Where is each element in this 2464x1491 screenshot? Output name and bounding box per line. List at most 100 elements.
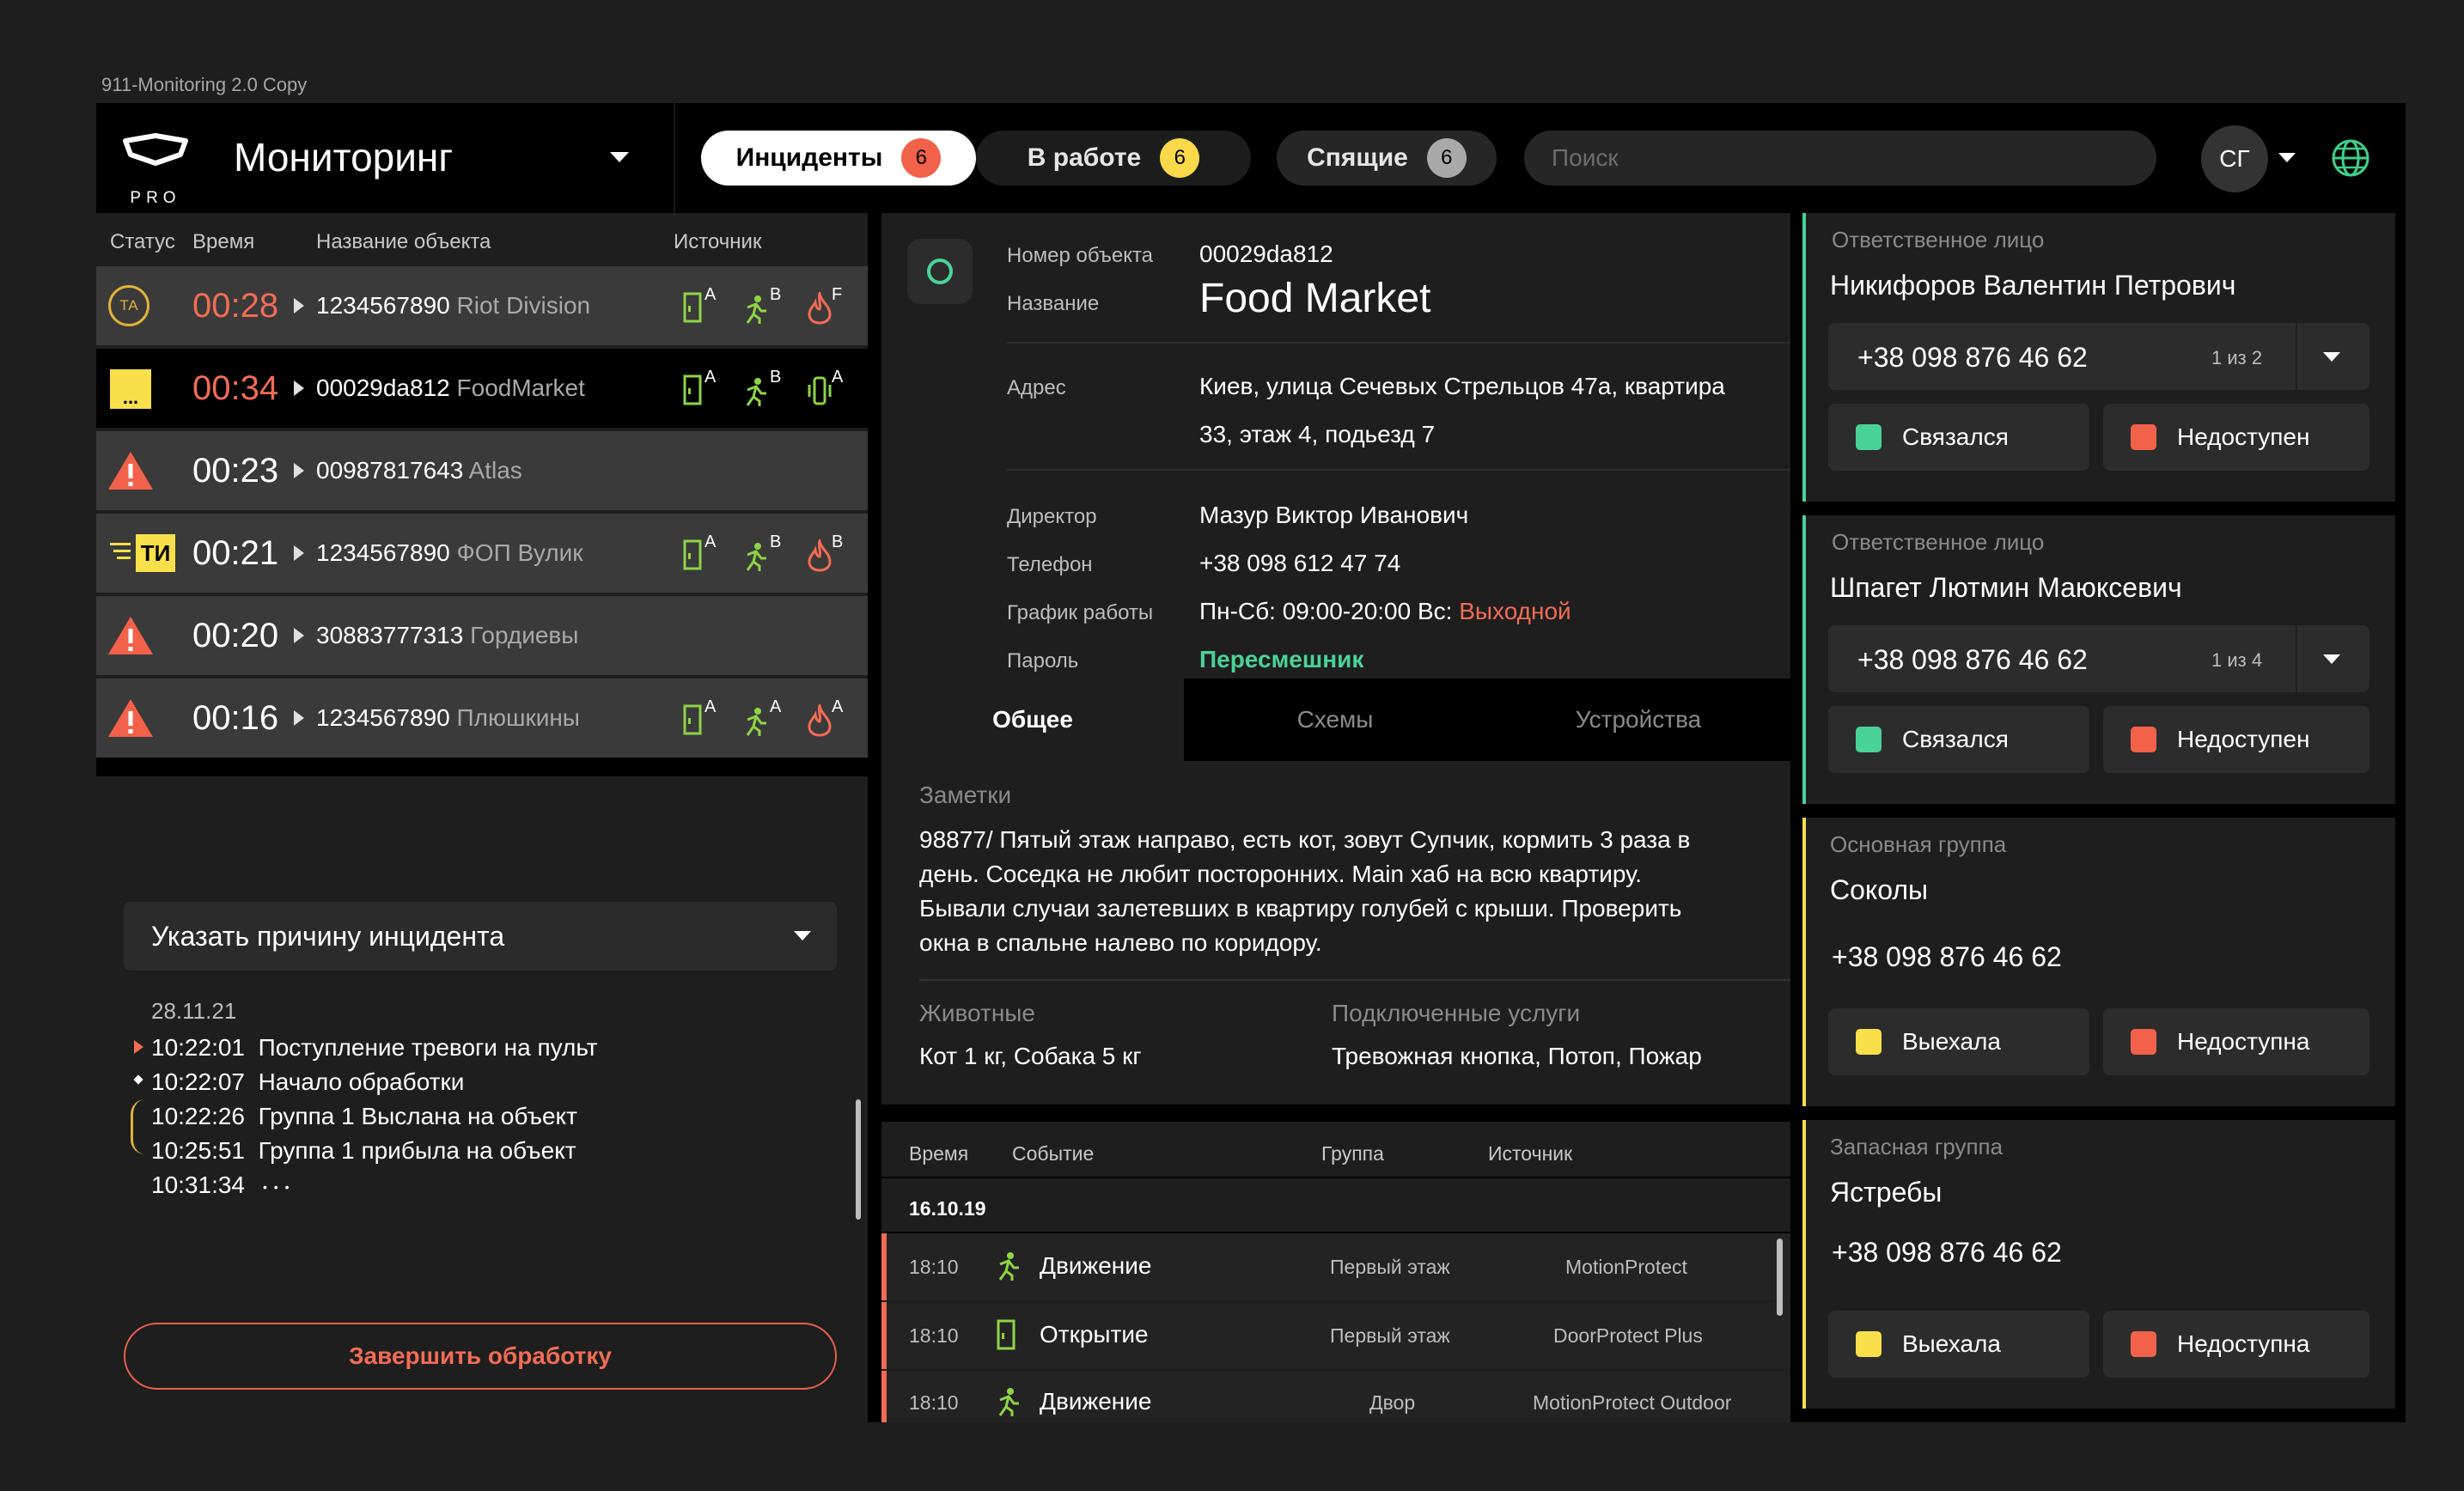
status-pending-badge: ... — [110, 369, 151, 409]
director-value: Мазур Виктор Иванович — [1199, 502, 1469, 528]
phone-dropdown-chevron-icon[interactable] — [2323, 352, 2340, 362]
phone-dropdown-chevron-icon[interactable] — [2323, 654, 2340, 664]
contact-name: Шпагет Лютмин Маюксевич — [1830, 572, 2182, 603]
object-name: Плюшкины — [456, 704, 580, 731]
logo-mark-icon — [123, 133, 188, 166]
door-sensor-icon — [683, 374, 702, 410]
alarm-warning-icon — [107, 697, 155, 743]
incident-reason-select[interactable]: Указать причину инцидента — [124, 902, 837, 971]
event-time: 18:10 — [909, 1391, 959, 1414]
schedule-day-off: Выходной — [1459, 598, 1571, 624]
object-label: 1234567890 Плюшкины — [316, 704, 580, 732]
event-name: Открытие — [1040, 1321, 1149, 1348]
incident-row[interactable]: 00:23 00987817643 Atlas — [96, 431, 868, 510]
events-table: Время Событие Группа Источник 16.10.19 1… — [881, 1122, 1790, 1422]
schedule-label: График работы — [1007, 601, 1154, 624]
log-text: Поступление тревоги на пульт — [258, 1034, 598, 1061]
event-row[interactable]: 18:10 Открытие Первый этаж DoorProtect P… — [881, 1302, 1790, 1369]
log-time: 10:31:34 — [151, 1172, 245, 1198]
group-phone[interactable]: +38 098 876 46 62 — [1832, 1237, 2062, 1269]
alarm-warning-icon — [107, 450, 155, 496]
unavailable-button[interactable]: Недоступен — [2103, 404, 2369, 471]
reason-dropdown-chevron-icon[interactable] — [794, 931, 811, 940]
contact-role: Ответственное лицо — [1832, 529, 2045, 555]
incident-reason-placeholder: Указать причину инцидента — [151, 920, 505, 952]
unavailable-label: Недоступен — [2177, 726, 2310, 752]
title-dropdown-chevron-icon[interactable] — [610, 152, 629, 162]
window-caption: 911-Monitoring 2.0 Copy — [101, 74, 308, 95]
object-id: 1234567890 — [316, 292, 450, 319]
event-row[interactable]: 18:10 Движение Двор MotionProtect Outdoo… — [881, 1371, 1790, 1422]
object-label: 1234567890 ФОП Вулик — [316, 539, 582, 567]
source-letter: B — [832, 532, 844, 551]
object-name: ФОП Вулик — [456, 539, 583, 566]
tab-sleeping[interactable]: Спящие 6 — [1277, 131, 1497, 186]
incident-row[interactable]: 00:16 1234567890 Плюшкины A A A — [96, 679, 868, 758]
green-square-icon — [1856, 424, 1882, 450]
event-row[interactable]: 18:10 Движение Первый этаж MotionProtect — [881, 1233, 1790, 1300]
group-card: Основная группа Соколы +38 098 876 46 62… — [1802, 818, 2395, 1106]
log-date: 28.11.21 — [151, 998, 237, 1024]
log-text: Группа 1 прибыла на объект — [258, 1137, 576, 1164]
tab-schemes[interactable]: Схемы — [1184, 679, 1486, 761]
event-time: 18:10 — [909, 1324, 959, 1347]
finish-processing-button[interactable]: Завершить обработку — [124, 1323, 837, 1390]
col-status: Статус — [110, 230, 175, 253]
sleeping-count-badge: 6 — [1426, 138, 1467, 178]
group-phone[interactable]: +38 098 876 46 62 — [1832, 941, 2062, 973]
object-name: FoodMarket — [456, 374, 585, 401]
unavailable-button[interactable]: Недоступна — [2103, 1008, 2369, 1075]
phone-select[interactable]: +38 098 876 46 62 1 из 4 — [1828, 625, 2369, 692]
incident-row[interactable]: ТА 00:28 1234567890 Riot Division A B F — [96, 266, 868, 345]
incident-row[interactable]: ... 00:34 00029da812 FoodMarket A B A — [96, 349, 868, 428]
dispatched-button[interactable]: Выехала — [1828, 1311, 2089, 1378]
source-letter: B — [770, 532, 782, 551]
contacted-label: Связался — [1902, 726, 2009, 752]
status-ti-badge: ТИ — [136, 534, 175, 572]
notes-label: Заметки — [919, 782, 1012, 808]
log-scrollbar[interactable] — [856, 1099, 861, 1220]
tab-in-work[interactable]: В работе 6 — [976, 131, 1251, 186]
tab-incidents[interactable]: Инциденты 6 — [701, 131, 976, 186]
log-text: Начало обработки — [258, 1068, 465, 1095]
incident-row[interactable]: 00:20 30883777313 Гордиевы — [96, 596, 868, 675]
dispatched-label: Выехала — [1902, 1028, 2001, 1055]
object-label: 00029da812 FoodMarket — [316, 374, 585, 402]
col-source: Источник — [674, 230, 762, 253]
user-menu-chevron-icon[interactable] — [2278, 153, 2296, 162]
director-label: Директор — [1007, 505, 1097, 528]
events-col-time: Время — [909, 1142, 969, 1165]
phone-value[interactable]: +38 098 612 47 74 — [1199, 550, 1400, 577]
object-id: 00029da812 — [316, 374, 450, 401]
dispatched-button[interactable]: Выехала — [1828, 1008, 2089, 1075]
log-time: 10:22:07 — [151, 1068, 245, 1095]
password-value: Пересмешник — [1199, 646, 1364, 672]
object-name: Гордиевы — [470, 622, 579, 648]
alarm-marker-icon — [134, 1040, 143, 1054]
services-value: Тревожная кнопка, Потоп, Пожар — [1332, 1043, 1702, 1069]
search-input[interactable]: Поиск — [1524, 131, 2156, 186]
globe-icon[interactable] — [2330, 137, 2371, 179]
unavailable-button[interactable]: Недоступна — [2103, 1311, 2369, 1378]
group-name: Соколы — [1830, 874, 1929, 905]
group-card: Запасная группа Ястребы +38 098 876 46 6… — [1802, 1120, 2395, 1409]
contacted-button[interactable]: Связался — [1828, 404, 2089, 471]
object-id: 1234567890 — [316, 704, 450, 731]
tab-devices[interactable]: Устройства — [1486, 679, 1790, 761]
incident-time: 00:28 — [192, 287, 279, 325]
user-avatar[interactable]: СГ — [2201, 125, 2268, 192]
unavailable-label: Недоступна — [2177, 1028, 2310, 1055]
events-scrollbar[interactable] — [1777, 1238, 1783, 1316]
card-accent-bar — [1802, 1120, 1806, 1409]
source-letter: A — [832, 697, 844, 716]
incidents-count-badge: 6 — [901, 138, 942, 178]
phone-select[interactable]: +38 098 876 46 62 1 из 2 — [1828, 323, 2369, 390]
tab-general[interactable]: Общее — [881, 679, 1184, 761]
contacted-button[interactable]: Связался — [1828, 706, 2089, 773]
notes-line: 98877/ Пятый этаж направо, есть кот, зов… — [919, 826, 1691, 853]
source-letter: F — [832, 285, 843, 304]
incident-row[interactable]: ТИ 00:21 1234567890 ФОП Вулик A B B — [96, 514, 868, 593]
schedule-value: Пн-Сб: 09:00-20:00 Вс: Выходной — [1199, 598, 1571, 625]
incident-time: 00:16 — [192, 699, 279, 737]
unavailable-button[interactable]: Недоступен — [2103, 706, 2369, 773]
